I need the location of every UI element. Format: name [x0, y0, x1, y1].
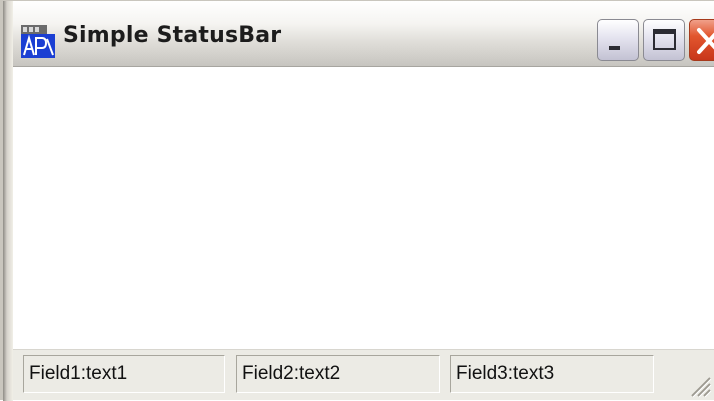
resize-grip-icon[interactable]: [686, 372, 712, 398]
minimize-icon: [609, 46, 620, 50]
close-icon: [697, 28, 714, 54]
java-app-icon[interactable]: [21, 25, 61, 59]
window-frame-left: [3, 1, 13, 401]
maximize-icon: [653, 29, 676, 50]
maximize-button[interactable]: [643, 19, 685, 61]
window-title: Simple StatusBar: [63, 23, 282, 48]
close-button[interactable]: [689, 19, 714, 61]
application-window: Simple StatusBar Field1:text1 Field2:tex…: [0, 0, 714, 401]
title-bar[interactable]: Simple StatusBar: [13, 1, 714, 67]
status-field-2: Field2:text2: [236, 355, 440, 393]
status-field-3: Field3:text3: [450, 355, 654, 393]
content-area: [13, 67, 714, 350]
status-field-1: Field1:text1: [23, 355, 225, 393]
minimize-button[interactable]: [597, 19, 639, 61]
status-bar: Field1:text1 Field2:text2 Field3:text3: [13, 349, 714, 400]
